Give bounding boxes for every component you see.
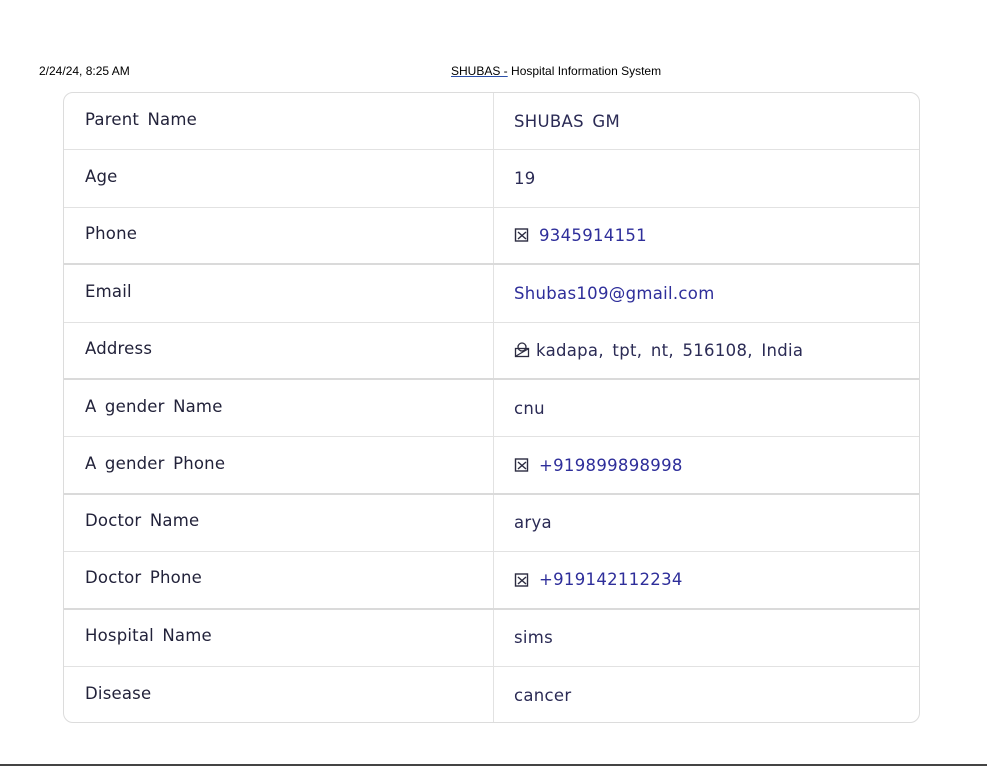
row-disease: Disease cancer — [64, 666, 919, 722]
row-label: A gender Name — [64, 379, 494, 437]
location-icon — [514, 342, 530, 358]
row-label: Hospital Name — [64, 609, 494, 666]
row-phone: Phone 9345914151 — [64, 207, 919, 266]
row-agent-name: A gender Name cnu — [64, 379, 919, 438]
print-date: 2/24/24, 8:25 AM — [39, 64, 130, 78]
phone-link[interactable]: 9345914151 — [494, 208, 919, 263]
phone-link[interactable]: +919899898998 — [494, 437, 919, 492]
phone-number: 9345914151 — [539, 225, 647, 245]
print-title: SHUBAS - Hospital Information System — [451, 64, 661, 78]
email-link[interactable]: Shubas109@gmail.com — [494, 265, 919, 321]
row-email: Email Shubas109@gmail.com — [64, 265, 919, 323]
row-hospital-name: Hospital Name sims — [64, 609, 919, 667]
row-label: A gender Phone — [64, 437, 494, 493]
row-label: Address — [64, 322, 494, 378]
phone-number: +919142112234 — [539, 570, 683, 590]
row-value: 19 — [514, 169, 536, 189]
row-address: Address kadapa, tpt, nt, 516108, India — [64, 322, 919, 380]
row-value: cnu — [514, 398, 545, 418]
row-label: Doctor Phone — [64, 552, 494, 608]
phone-number: +919899898998 — [539, 455, 683, 475]
row-label: Parent Name — [64, 93, 494, 150]
phone-icon — [514, 227, 530, 243]
details-card: Parent Name SHUBAS GM Age 19 Phone 93459… — [63, 92, 920, 723]
row-value: arya — [514, 513, 552, 533]
phone-link[interactable]: +919142112234 — [494, 552, 919, 607]
row-age: Age 19 — [64, 150, 919, 208]
title-link[interactable]: SHUBAS - — [451, 64, 508, 78]
row-value: kadapa, tpt, nt, 516108, India — [494, 323, 919, 378]
row-doctor-name: Doctor Name arya — [64, 494, 919, 553]
title-text: Hospital Information System — [507, 64, 662, 78]
row-label: Disease — [64, 666, 494, 722]
row-label: Age — [64, 150, 494, 207]
row-label: Doctor Name — [64, 494, 494, 552]
print-header: 2/24/24, 8:25 AM SHUBAS - Hospital Infor… — [0, 63, 987, 81]
phone-icon — [514, 572, 530, 588]
row-label: Phone — [64, 207, 494, 264]
row-value: cancer — [514, 686, 572, 706]
row-parent-name: Parent Name SHUBAS GM — [64, 93, 919, 151]
row-label: Email — [64, 265, 494, 322]
row-value: SHUBAS GM — [514, 111, 621, 131]
row-doctor-phone: Doctor Phone +919142112234 — [64, 552, 919, 610]
row-agent-phone: A gender Phone +919899898998 — [64, 437, 919, 495]
row-value: sims — [514, 628, 554, 648]
address-text: kadapa, tpt, nt, 516108, India — [536, 340, 804, 360]
phone-icon — [514, 457, 530, 473]
